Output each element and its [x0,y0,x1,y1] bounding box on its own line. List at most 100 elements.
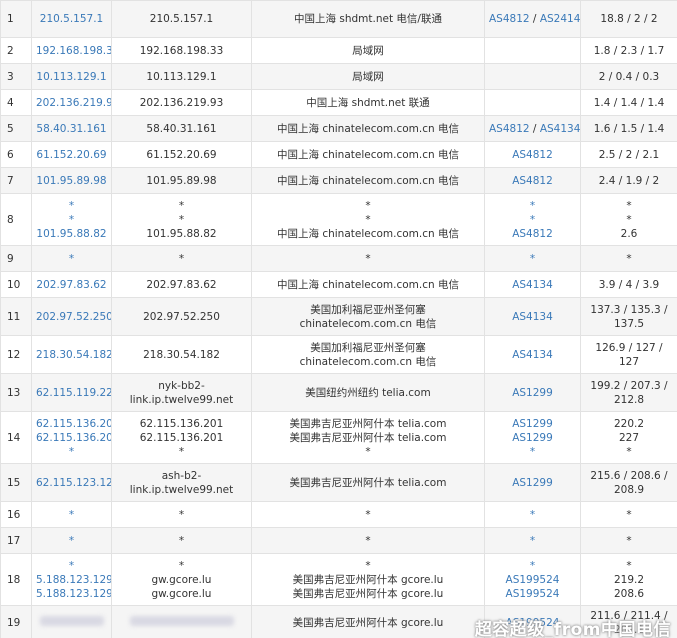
ip-link[interactable]: * [36,508,107,522]
asn-link[interactable]: AS1299 AS1299 * [489,417,576,459]
hop-number: 8 [0,193,32,246]
ip-link[interactable]: 210.5.157.1 [36,12,107,26]
latency-cell: 2.5 / 2 / 2.1 [580,141,677,168]
latency-cell: 18.8 / 2 / 2 [580,0,677,38]
asn-link[interactable]: AS24141 [540,13,580,25]
hop-row: 15 62.115.123.125 ash-b2-link.ip.twelve99.… [0,463,677,502]
hop-row: 11 202.97.52.250 202.97.52.250 美国加利福尼亚州圣何塞 … [0,297,677,336]
hostname-cell: 61.152.20.69 [111,141,252,168]
location-cell: 美国弗吉尼亚州阿什本 telia.com 美国弗吉尼亚州阿什本 telia.co… [251,411,485,464]
hostname-cell: * [111,527,252,554]
asn-link[interactable]: AS4812 [489,123,530,135]
asn-link[interactable]: * [489,534,576,548]
latency-cell: * [580,527,677,554]
asn-separator: / [532,13,537,25]
ip-link[interactable]: 202.97.52.250 [36,310,111,324]
asn-link[interactable]: AS1299 [489,476,576,490]
latency-cell: 3.9 / 4 / 3.9 [580,271,677,298]
asn-link[interactable]: AS4812 [489,13,530,25]
asn-link[interactable]: AS4134 [489,310,576,324]
latency-cell: 199.2 / 207.3 / 212.8 [580,373,677,412]
ip-cell: 62.115.136.201 62.115.136.201 * [31,411,112,464]
ip-link[interactable]: 58.40.31.161 [36,122,107,136]
hop-number: 10 [0,271,32,298]
asn-cell: AS4134 [484,335,581,374]
latency-cell: 2.4 / 1.9 / 2 [580,167,677,194]
ip-link[interactable]: 62.115.119.228 [36,386,111,400]
asn-cell: * [484,245,581,272]
ip-link[interactable]: * [36,534,107,548]
ip-cell: * 5.188.123.129 5.188.123.129 [31,553,112,606]
hostname-cell: 202.97.83.62 [111,271,252,298]
asn-cell: AS4812 [484,167,581,194]
asn-cell: AS1299 [484,463,581,502]
hop-number: 15 [0,463,32,502]
hop-number: 11 [0,297,32,336]
location-cell: 中国上海 shdmt.net 电信/联通 [251,0,485,38]
hop-number: 16 [0,501,32,528]
ip-link[interactable]: 218.30.54.182 [36,348,111,362]
ip-link[interactable]: 192.168.198.33 [36,44,111,58]
ip-cell: 10.113.129.1 [31,63,112,90]
asn-cell: * [484,501,581,528]
hostname-cell: * gw.gcore.lu gw.gcore.lu [111,553,252,606]
hop-row: 8 * * 101.95.88.82 * * 101.95.88.82 * * 中国上… [0,193,677,246]
asn-cell: AS1299 AS1299 * [484,411,581,464]
asn-link[interactable]: AS4134 [540,123,580,135]
ip-link[interactable]: 61.152.20.69 [36,148,107,162]
ip-cell: 202.136.219.93 [31,89,112,116]
hop-row: 12 218.30.54.182 218.30.54.182 美国加利福尼亚州圣何塞 … [0,335,677,374]
latency-cell: 220.2 227 * [580,411,677,464]
asn-link[interactable]: AS4812 [489,148,576,162]
hop-number: 3 [0,63,32,90]
ip-cell: 218.30.54.182 [31,335,112,374]
ip-link[interactable]: 10.113.129.1 [36,70,107,84]
ip-link[interactable]: 62.115.123.125 [36,476,111,490]
ip-cell: 62.115.119.228 [31,373,112,412]
asn-link[interactable]: * [489,508,576,522]
ip-link[interactable]: * * 101.95.88.82 [36,199,107,241]
ip-link[interactable]: * [36,252,107,266]
redacted-ip [39,615,104,626]
hop-number: 13 [0,373,32,412]
hop-number: 6 [0,141,32,168]
hop-number: 2 [0,37,32,64]
hop-row: 18 * 5.188.123.129 5.188.123.129 * gw.gcor… [0,553,677,606]
redacted-hostname [129,615,234,626]
latency-cell: 2 / 0.4 / 0.3 [580,63,677,90]
asn-cell: * [484,527,581,554]
asn-link[interactable]: * [489,252,576,266]
asn-cell [484,37,581,64]
hostname-cell: * [111,245,252,272]
asn-link[interactable]: AS4812 [489,174,576,188]
asn-link[interactable]: AS4134 [489,278,576,292]
latency-cell: 137.3 / 135.3 / 137.5 [580,297,677,336]
asn-cell [484,63,581,90]
asn-link[interactable]: * AS199524 AS199524 [489,559,576,601]
hop-number: 12 [0,335,32,374]
latency-cell: 1.4 / 1.4 / 1.4 [580,89,677,116]
ip-link[interactable]: 62.115.136.201 62.115.136.201 * [36,417,111,459]
hop-number: 7 [0,167,32,194]
ip-link[interactable]: 202.97.83.62 [36,278,107,292]
asn-link[interactable]: AS4134 [489,348,576,362]
ip-cell: * [31,527,112,554]
ip-link[interactable]: * 5.188.123.129 5.188.123.129 [36,559,111,601]
asn-link[interactable]: * * AS4812 [489,199,576,241]
traceroute-table: 1 210.5.157.1 210.5.157.1 中国上海 shdmt.net 电信… [0,0,677,638]
hostname-cell [111,605,252,638]
asn-cell: AS4812 / AS24141 [484,0,581,38]
asn-cell: AS1299 [484,373,581,412]
ip-link[interactable]: 202.136.219.93 [36,96,111,110]
hop-row: 5 58.40.31.161 58.40.31.161 中国上海 chinatelec… [0,115,677,142]
hop-number: 5 [0,115,32,142]
hop-number: 4 [0,89,32,116]
latency-cell: * [580,245,677,272]
ip-cell [31,605,112,638]
location-cell: 局域网 [251,63,485,90]
asn-link[interactable]: AS1299 [489,386,576,400]
ip-link[interactable]: 101.95.89.98 [36,174,107,188]
hop-number: 14 [0,411,32,464]
latency-cell: 215.6 / 208.6 / 208.9 [580,463,677,502]
location-cell: * 美国弗吉尼亚州阿什本 gcore.lu 美国弗吉尼亚州阿什本 gcore.l… [251,553,485,606]
